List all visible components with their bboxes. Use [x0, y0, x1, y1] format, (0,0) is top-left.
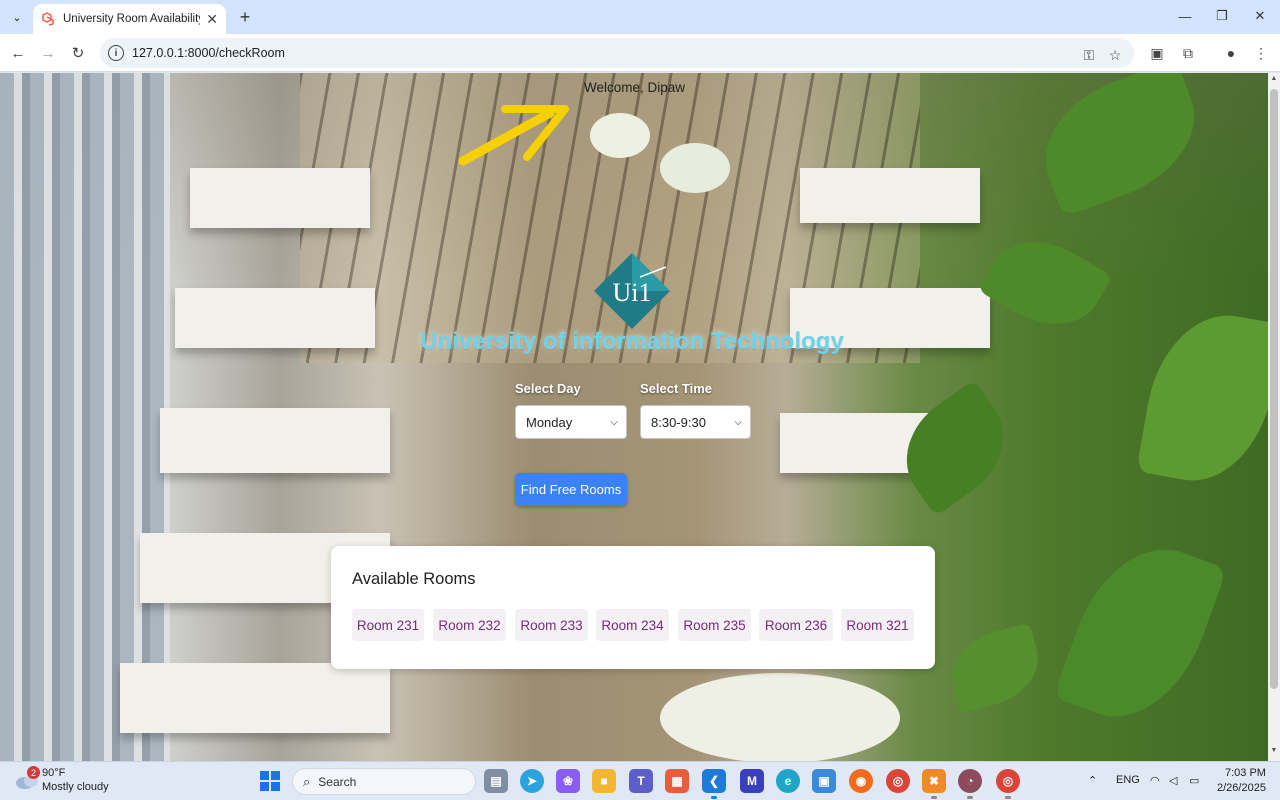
- browser-toolbar: ← → ↻ i 127.0.0.1:8000/checkRoom ⚿ ☆ ▣ ⧉…: [0, 34, 1280, 72]
- weather-description[interactable]: Mostly cloudy: [42, 781, 109, 793]
- background-leaf: [1026, 73, 1214, 218]
- visual-studio-icon[interactable]: M: [740, 769, 764, 793]
- tab-close-icon[interactable]: ✕: [206, 11, 218, 28]
- scroll-down-icon[interactable]: ▼: [1268, 747, 1280, 759]
- profile-avatar-icon[interactable]: ●: [1220, 42, 1242, 64]
- taskbar-search[interactable]: ⌕ Search: [292, 768, 476, 795]
- laravel-favicon-icon: [42, 12, 54, 26]
- background-balcony: [160, 408, 390, 473]
- time-select[interactable]: 8:30-9:30 ⌵: [640, 405, 751, 439]
- room-chip[interactable]: Room 321: [841, 609, 914, 641]
- bookmark-star-icon[interactable]: ☆: [1104, 44, 1126, 66]
- scroll-up-icon[interactable]: ▲: [1268, 75, 1280, 87]
- background-balcony: [800, 168, 980, 223]
- address-bar[interactable]: i 127.0.0.1:8000/checkRoom ⚿ ☆: [100, 38, 1134, 68]
- background-leaf: [942, 622, 1048, 714]
- background-building: [0, 73, 170, 761]
- clock-date[interactable]: 2/26/2025: [1217, 782, 1266, 794]
- room-chip[interactable]: Room 235: [678, 609, 751, 641]
- room-chip[interactable]: Room 231: [352, 609, 424, 641]
- browser-tab-bar: ⌄ University Room Availability Ch ✕ + — …: [0, 0, 1280, 34]
- file-explorer-icon[interactable]: ■: [592, 769, 616, 793]
- day-label: Select Day: [515, 381, 581, 396]
- university-title: University of information Technology: [420, 328, 844, 355]
- chevron-down-icon: ⌵: [610, 416, 618, 428]
- language-indicator[interactable]: ENG: [1116, 774, 1140, 786]
- wifi-icon[interactable]: ◠: [1150, 774, 1160, 787]
- taskbar: 2 90°F Mostly cloudy ⌕ Search ▤ ➤ ❀ ■ T …: [0, 761, 1280, 800]
- room-chip[interactable]: Room 236: [759, 609, 833, 641]
- room-chip[interactable]: Room 234: [596, 609, 669, 641]
- extension-bot-icon[interactable]: ▣: [1146, 42, 1168, 64]
- xampp-icon[interactable]: ✖: [922, 769, 946, 793]
- tab-search-chevron-icon[interactable]: ⌄: [6, 6, 28, 28]
- chrome-active-icon[interactable]: ◎: [996, 769, 1020, 793]
- telegram-icon[interactable]: ➤: [520, 769, 544, 793]
- tray-overflow-chevron-icon[interactable]: ⌃: [1088, 774, 1097, 787]
- extensions-puzzle-icon[interactable]: ⧉: [1177, 42, 1199, 64]
- page-viewport: Welcome, Dipaw Ui1 University of informa…: [0, 73, 1268, 761]
- background-leaf: [1052, 527, 1228, 739]
- window-close-icon[interactable]: ✕: [1242, 4, 1278, 28]
- clock-time[interactable]: 7:03 PM: [1225, 767, 1266, 779]
- university-logo: Ui1: [594, 253, 670, 329]
- day-select[interactable]: Monday ⌵: [515, 405, 627, 439]
- windows-start-icon[interactable]: [260, 771, 280, 791]
- back-icon[interactable]: ←: [5, 40, 31, 66]
- room-chip[interactable]: Room 232: [433, 609, 506, 641]
- page-scrollbar[interactable]: ▲ ▼: [1268, 73, 1280, 761]
- running-indicator: [931, 796, 937, 799]
- available-rooms-heading: Available Rooms: [352, 570, 476, 588]
- new-tab-icon[interactable]: +: [234, 6, 256, 28]
- browser-tab[interactable]: University Room Availability Ch ✕: [33, 4, 226, 34]
- background-balcony: [190, 168, 370, 228]
- find-free-rooms-button[interactable]: Find Free Rooms: [515, 473, 627, 506]
- site-info-icon[interactable]: i: [108, 45, 124, 61]
- chevron-down-icon: ⌵: [734, 416, 742, 428]
- taskbar-search-label: Search: [318, 774, 357, 789]
- task-view-icon[interactable]: ▤: [484, 769, 508, 793]
- running-indicator: [967, 796, 973, 799]
- running-indicator: [1005, 796, 1011, 799]
- firefox-icon[interactable]: ◉: [849, 769, 873, 793]
- room-chip[interactable]: Room 233: [515, 609, 588, 641]
- welcome-message: Welcome, Dipaw: [584, 80, 686, 95]
- reload-icon[interactable]: ↻: [65, 40, 91, 66]
- copilot-icon[interactable]: ❀: [556, 769, 580, 793]
- chrome-icon[interactable]: ◎: [886, 769, 910, 793]
- url-text: 127.0.0.1:8000/checkRoom: [132, 46, 285, 60]
- time-label: Select Time: [640, 381, 713, 396]
- microsoft-store-tiles-icon[interactable]: ▦: [665, 769, 689, 793]
- yellow-arrow-annotation-icon: [458, 105, 569, 166]
- password-key-icon[interactable]: ⚿: [1078, 44, 1100, 66]
- battery-icon[interactable]: ▭: [1189, 774, 1199, 787]
- background-leaf: [977, 220, 1113, 346]
- weather-notification-badge: 2: [27, 766, 40, 779]
- time-select-value: 8:30-9:30: [651, 414, 706, 430]
- vscode-icon[interactable]: ❮: [702, 769, 726, 793]
- background-flowers: [590, 113, 650, 158]
- background-balcony: [120, 663, 390, 733]
- forward-icon[interactable]: →: [35, 40, 61, 66]
- available-rooms-card: Available Rooms Room 231 Room 232 Room 2…: [331, 546, 935, 669]
- background-leaf: [1136, 303, 1268, 493]
- search-icon: ⌕: [303, 773, 311, 789]
- teams-icon[interactable]: T: [629, 769, 653, 793]
- restore-icon[interactable]: ❐: [1204, 4, 1240, 28]
- scroll-thumb[interactable]: [1270, 89, 1278, 689]
- background-flowers: [660, 143, 730, 193]
- browser-menu-icon[interactable]: ⋮: [1250, 42, 1272, 64]
- tab-title: University Room Availability Ch: [63, 13, 201, 25]
- edge-icon[interactable]: e: [776, 769, 800, 793]
- logo-text: Ui1: [613, 278, 652, 307]
- minimize-icon[interactable]: —: [1167, 4, 1203, 28]
- day-select-value: Monday: [526, 414, 573, 430]
- app-icon[interactable]: ◔: [958, 769, 982, 793]
- background-flowers: [660, 673, 900, 761]
- volume-icon[interactable]: ◁: [1169, 774, 1177, 787]
- running-indicator: [711, 796, 717, 799]
- store-icon[interactable]: ▣: [812, 769, 836, 793]
- weather-temperature[interactable]: 90°F: [42, 767, 65, 779]
